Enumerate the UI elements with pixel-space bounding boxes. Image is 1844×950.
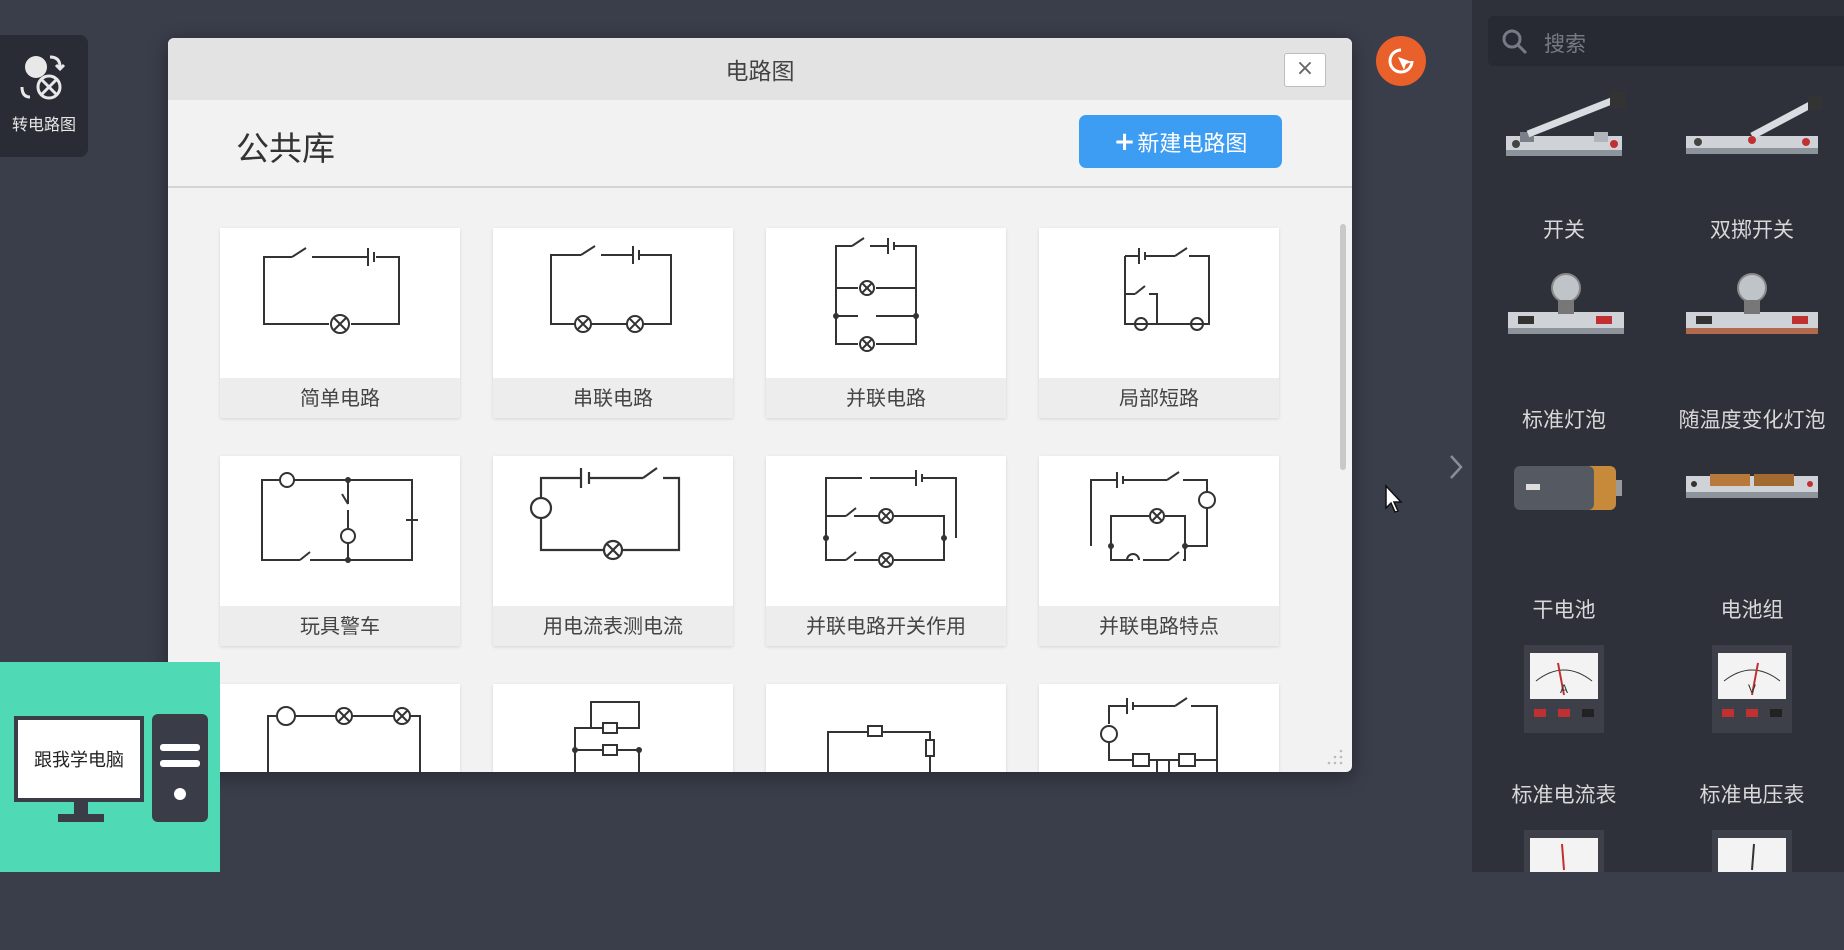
bulb-icon [1508,273,1624,334]
circuit-name: 串联电路 [493,378,733,418]
circuit-name: 用电流表测电流 [493,606,733,646]
search-input[interactable]: 搜索 [1488,16,1844,66]
resize-grip-icon[interactable] [1326,748,1344,766]
component-battery-pack[interactable]: 电池组 [1662,460,1842,624]
circuit-name: 并联电路 [766,378,1006,418]
temperature-bulb-icon [1686,273,1818,334]
chevron-right-icon[interactable] [1446,452,1466,482]
short-circuit-diagram [1039,228,1279,378]
circuit-card-9[interactable] [220,684,460,772]
component-name: 开关 [1543,218,1585,242]
component-panel: 搜索 开关 双掷开关 标准灯泡 随温度变化灯泡 干电池 电池组 A 标准电流表 … [1472,0,1844,872]
knife-switch-icon [1506,92,1626,156]
cursor-click-icon [1388,48,1414,74]
parallel-circuit-diagram [766,228,1006,378]
battery-pack-icon [1686,474,1818,498]
toy-police-car-diagram [220,456,460,606]
meter-icon [1712,830,1792,872]
new-circuit-button[interactable]: + 新建电路图 [1079,115,1282,168]
voltmeter-icon: V [1712,645,1792,733]
parallel-features-diagram [1039,456,1279,606]
circuit-card-parallel-switch[interactable]: 并联电路开关作用 [766,456,1006,646]
monitor-icon: 跟我学电脑 [14,716,144,802]
convert-circuit-icon [20,55,66,100]
component-double-throw-switch[interactable]: 双掷开关 [1662,80,1842,244]
circuit-card-12[interactable] [1039,684,1279,772]
mouse-cursor-icon [1385,484,1403,513]
component-standard-bulb[interactable]: 标准灯泡 [1474,270,1654,434]
scrollbar-thumb[interactable] [1340,224,1346,470]
component-name: 双掷开关 [1710,218,1794,242]
component-voltmeter[interactable]: V 标准电压表 [1662,645,1842,809]
circuit-name: 玩具警车 [220,606,460,646]
ammeter-icon: A [1524,645,1604,733]
component-dry-battery[interactable]: 干电池 [1474,460,1654,624]
component-name: 随温度变化灯泡 [1678,408,1826,432]
close-button[interactable]: × [1284,53,1326,87]
library-title: 公共库 [236,129,335,168]
meter-icon [1524,830,1604,872]
logo-text: 跟我学电脑 [34,750,124,771]
dialog-titlebar[interactable]: 电路图 × [168,38,1352,100]
ammeter-circuit-diagram [493,456,733,606]
search-icon [1502,29,1528,55]
computer-tower-icon [152,714,208,822]
circuit-name: 并联电路开关作用 [766,606,1006,646]
double-throw-switch-icon [1686,96,1822,154]
circuit-diagram-10 [493,684,733,772]
pointer-tool-button[interactable] [1376,36,1426,86]
component-name: 标准灯泡 [1522,408,1606,432]
circuit-card-ammeter[interactable]: 用电流表测电流 [493,456,733,646]
circuit-card-11[interactable] [766,684,1006,772]
simple-circuit-diagram [220,228,460,378]
watermark-logo: 跟我学电脑 [0,662,220,872]
circuit-diagram-9 [220,684,460,772]
dialog-title: 电路图 [725,59,795,85]
new-circuit-label: 新建电路图 [1137,131,1248,157]
circuit-card-parallel-features[interactable]: 并联电路特点 [1039,456,1279,646]
svg-text:A: A [1560,682,1568,696]
search-placeholder: 搜索 [1544,32,1586,56]
series-circuit-diagram [493,228,733,378]
component-name: 标准电流表 [1511,783,1617,807]
circuit-card-toy-police-car[interactable]: 玩具警车 [220,456,460,646]
library-header: 公共库 + 新建电路图 [168,100,1352,188]
component-name: 电池组 [1720,598,1784,622]
convert-to-circuit-button[interactable]: 转电路图 [0,35,88,157]
circuit-card-simple[interactable]: 简单电路 [220,228,460,418]
circuit-name: 并联电路特点 [1039,606,1279,646]
circuit-card-10[interactable] [493,684,733,772]
component-meter-partial-2[interactable] [1662,830,1842,950]
component-meter-partial-1[interactable] [1474,830,1654,950]
component-ammeter[interactable]: A 标准电流表 [1474,645,1654,809]
component-name: 干电池 [1532,598,1596,622]
parallel-switch-diagram [766,456,1006,606]
circuit-diagram-11 [766,684,1006,772]
convert-label: 转电路图 [11,115,76,134]
svg-text:V: V [1748,682,1756,696]
component-name: 标准电压表 [1699,783,1805,807]
plus-icon: + [1113,126,1136,157]
circuit-name: 简单电路 [220,378,460,418]
circuit-name: 局部短路 [1039,378,1279,418]
circuit-diagram-dialog: 电路图 × 公共库 + 新建电路图 简单电路 串联电路 并联电路 局部短路 玩具… [168,38,1352,772]
monitor-stand-icon [58,802,104,822]
component-temperature-bulb[interactable]: 随温度变化灯泡 [1662,270,1842,434]
dry-battery-icon [1514,466,1622,510]
circuit-grid-area[interactable]: 简单电路 串联电路 并联电路 局部短路 玩具警车 用电流表测电流 并联电路开关作… [168,188,1352,772]
component-switch[interactable]: 开关 [1474,80,1654,244]
circuit-card-series[interactable]: 串联电路 [493,228,733,418]
circuit-diagram-12 [1039,684,1279,772]
circuit-card-short[interactable]: 局部短路 [1039,228,1279,418]
circuit-card-parallel[interactable]: 并联电路 [766,228,1006,418]
